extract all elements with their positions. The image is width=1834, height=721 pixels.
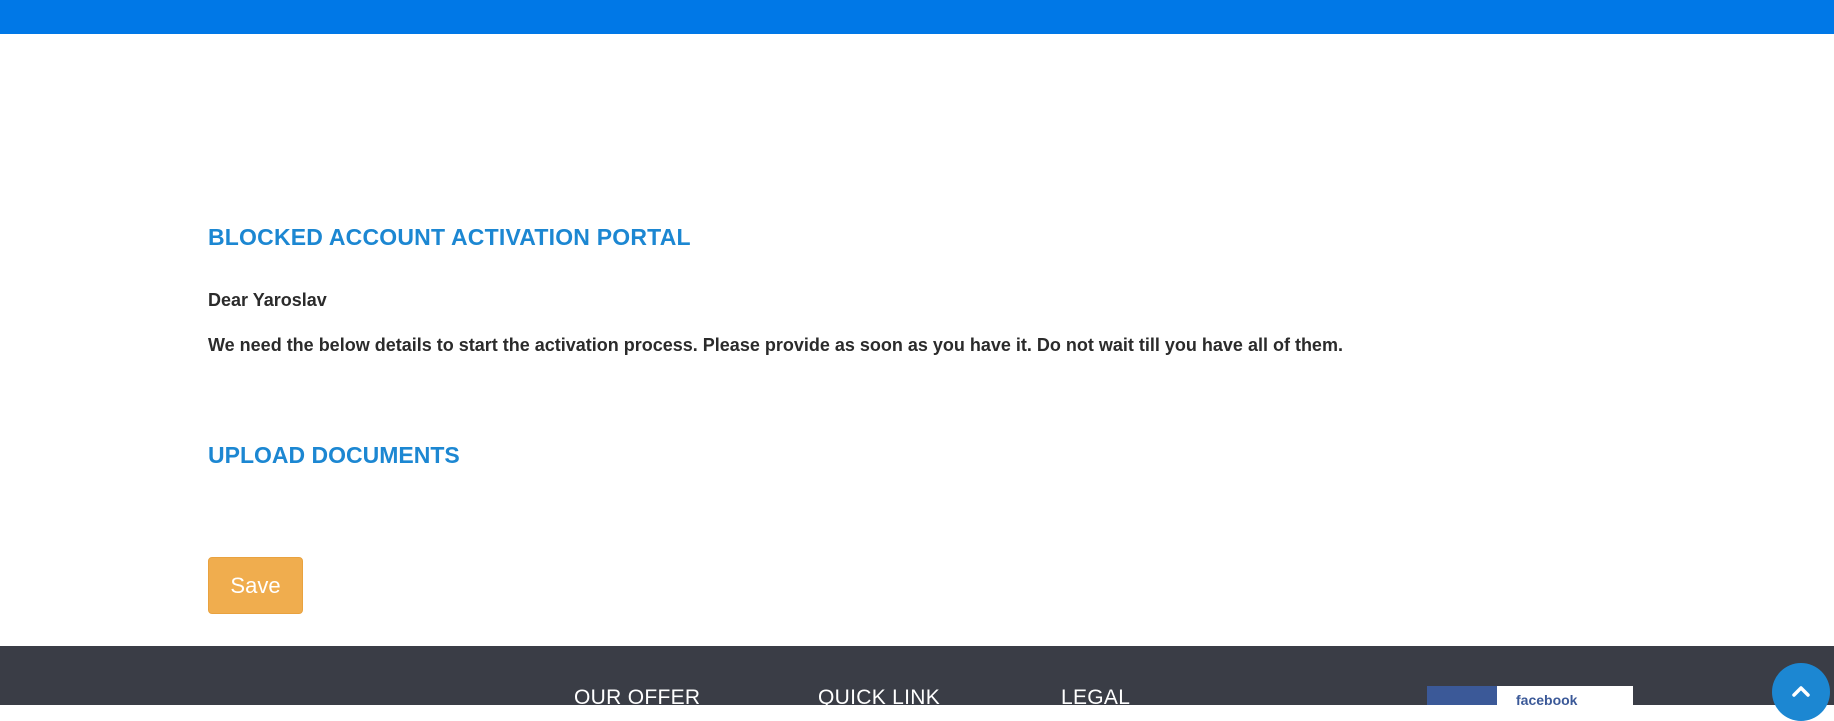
footer: OUR OFFER QUICK LINK LEGAL facebook	[0, 646, 1834, 705]
upload-documents-heading: UPLOAD DOCUMENTS	[208, 442, 460, 468]
instructions-text: We need the below details to start the a…	[208, 335, 1343, 355]
footer-heading-our-offer: OUR OFFER	[574, 686, 701, 705]
chevron-up-icon	[1792, 686, 1810, 697]
facebook-logo-block	[1427, 686, 1497, 705]
greeting-text: Dear Yaroslav	[208, 290, 327, 310]
top-nav-bar	[0, 0, 1834, 34]
page-title: BLOCKED ACCOUNT ACTIVATION PORTAL	[208, 224, 691, 250]
footer-heading-legal: LEGAL	[1061, 686, 1131, 705]
save-button[interactable]: Save	[208, 557, 303, 614]
footer-heading-quick-link: QUICK LINK	[818, 686, 941, 705]
facebook-widget[interactable]: facebook	[1427, 686, 1633, 705]
scroll-to-top-button[interactable]	[1772, 663, 1830, 721]
facebook-label: facebook	[1516, 692, 1578, 705]
